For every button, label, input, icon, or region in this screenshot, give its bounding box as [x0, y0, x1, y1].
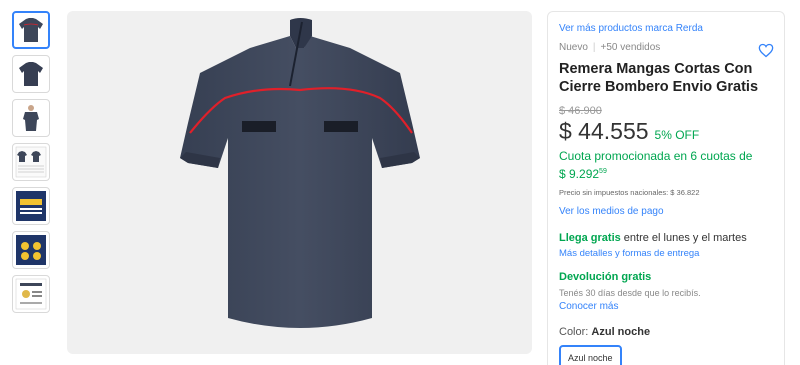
price-row: $ 44.555 5% OFF [559, 118, 773, 145]
badge-card-thumbnail-icon [16, 235, 46, 265]
installment-cents: 59 [599, 168, 607, 175]
sold-count: +50 vendidos [600, 42, 661, 53]
return-subtitle: Tenés 30 días desde que lo recibís. [559, 288, 701, 298]
person-thumbnail-icon [23, 105, 39, 131]
brand-products-link[interactable]: Ver más productos marca Rerda [559, 23, 773, 34]
product-title: Remera Mangas Cortas Con Cierre Bombero … [559, 61, 759, 95]
discount-badge: 5% OFF [654, 128, 700, 142]
installment-amount: $ 9.292 [559, 167, 600, 181]
color-label-prefix: Color: [559, 326, 592, 338]
shipping-details-link[interactable]: Más detalles y formas de entrega [559, 248, 773, 259]
shipping-info: Llega gratis entre el lunes y el martes [559, 232, 773, 244]
payment-methods-link[interactable]: Ver los medios de pago [559, 206, 773, 217]
thumbnail-gallery [12, 11, 50, 319]
size-chart-thumbnail-icon [15, 146, 47, 178]
thumbnail-shirt-model[interactable] [12, 99, 50, 137]
heart-icon[interactable] [758, 43, 774, 58]
installments-info: Cuota promocionada en 6 cuotas de $ 9.29… [559, 149, 773, 182]
shirt-image [179, 17, 420, 328]
installments-text: Cuota promocionada en 6 cuotas de [559, 149, 753, 163]
selected-color: Azul noche [591, 326, 651, 338]
shirt-thumbnail-icon [19, 62, 43, 86]
thumbnail-brand-card[interactable] [12, 187, 50, 225]
condition-label: Nuevo [559, 42, 588, 53]
thumbnail-certificate-card[interactable] [12, 275, 50, 313]
original-price: $ 46.900 [559, 105, 602, 117]
certificate-thumbnail-icon [15, 278, 47, 310]
color-option-button[interactable]: Azul noche [559, 345, 622, 365]
tax-note: Precio sin impuestos nacionales: $ 36.82… [559, 188, 700, 197]
product-meta: Nuevo | +50 vendidos [559, 42, 773, 53]
free-return-title: Devolución gratis [559, 271, 652, 283]
free-shipping-label: Llega gratis [559, 232, 621, 244]
meta-separator: | [592, 42, 596, 53]
current-price: $ 44.555 [559, 118, 649, 144]
learn-more-link[interactable]: Conocer más [559, 301, 773, 312]
thumbnail-size-chart[interactable] [12, 143, 50, 181]
main-product-image[interactable] [67, 11, 532, 354]
shipping-eta: entre el lunes y el martes [620, 232, 747, 244]
color-label: Color: Azul noche [559, 326, 773, 338]
thumbnail-shirt-front-alt[interactable] [12, 55, 50, 93]
shirt-thumbnail-icon [19, 18, 43, 42]
thumbnail-shirt-front[interactable] [12, 11, 50, 49]
product-info-panel: Ver más productos marca Rerda Nuevo | +5… [547, 11, 785, 365]
thumbnail-badge-card[interactable] [12, 231, 50, 269]
brand-card-thumbnail-icon [16, 191, 46, 221]
